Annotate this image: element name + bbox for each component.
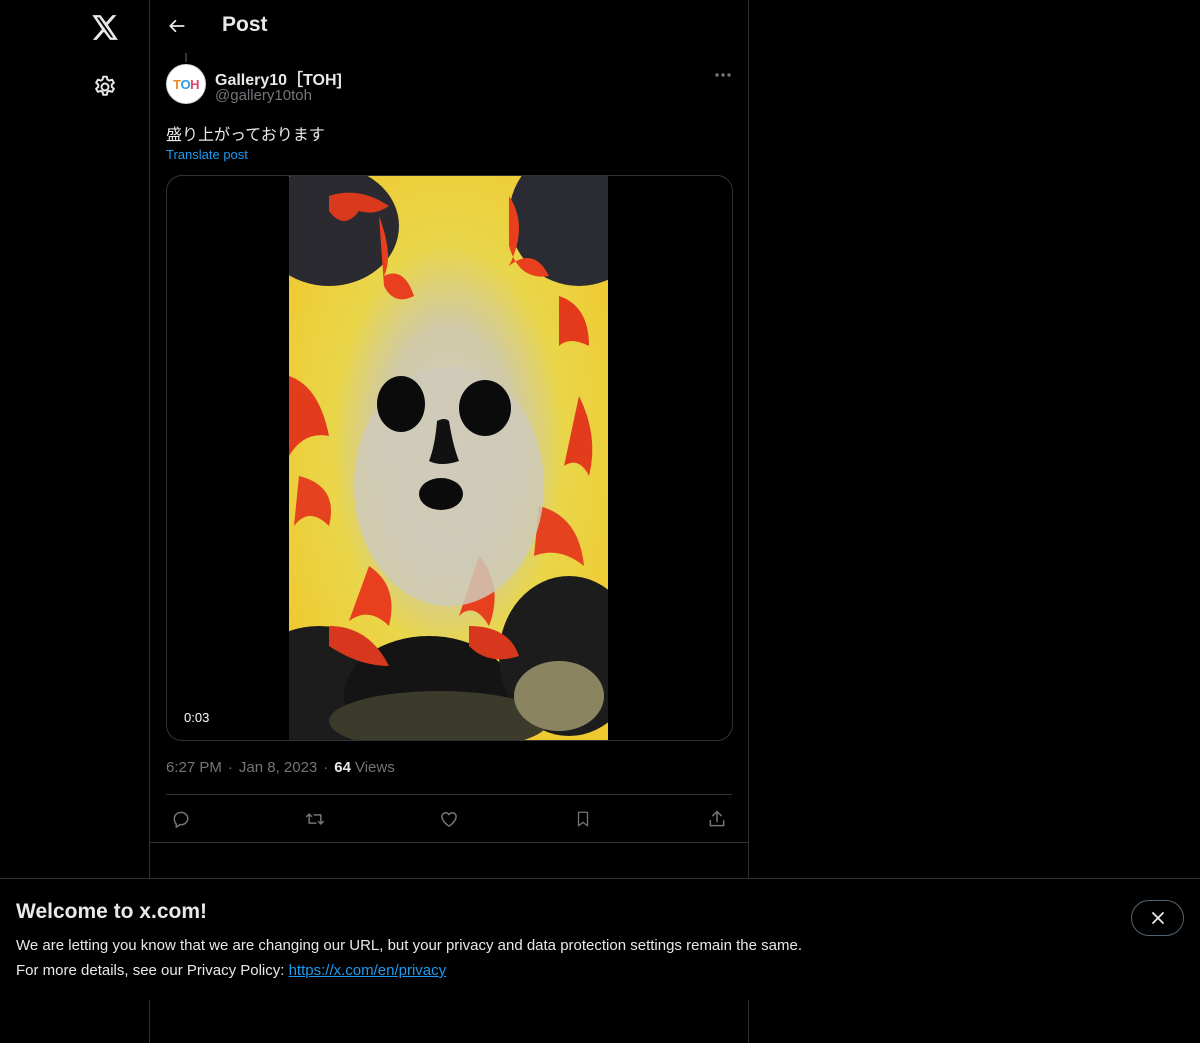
arrow-left-icon: [169, 19, 185, 33]
privacy-policy-link[interactable]: https://x.com/en/privacy: [289, 962, 447, 979]
repost-button[interactable]: [300, 807, 330, 831]
x-logo-icon[interactable]: [80, 2, 130, 52]
avatar[interactable]: TOH: [166, 64, 206, 104]
separator-dot: ·: [227, 759, 233, 776]
author-handle[interactable]: @gallery10toh: [215, 87, 312, 104]
close-banner-button[interactable]: [1131, 900, 1184, 936]
page-header: Post: [150, 0, 748, 53]
bookmark-button[interactable]: [568, 807, 598, 831]
views-label: Views: [354, 759, 395, 776]
heart-icon: [441, 812, 457, 827]
page-title: Post: [222, 13, 268, 36]
banner-privacy-line: For more details, see our Privacy Policy…: [16, 962, 446, 979]
thread-line: [185, 53, 187, 62]
video-player[interactable]: 0:03: [166, 175, 733, 741]
video-duration: 0:03: [179, 708, 215, 727]
close-icon: [1151, 912, 1164, 924]
reply-button[interactable]: [166, 807, 196, 831]
more-options-button[interactable]: [706, 62, 740, 88]
gear-icon[interactable]: [80, 62, 130, 112]
banner-title: Welcome to x.com!: [16, 900, 207, 923]
share-button[interactable]: [702, 807, 732, 831]
translate-post-link[interactable]: Translate post: [166, 147, 248, 162]
post-date[interactable]: Jan 8, 2023: [239, 759, 317, 776]
bookmark-icon: [577, 811, 589, 827]
video-thumbnail: [289, 176, 608, 740]
back-button[interactable]: [160, 9, 194, 43]
divider: [150, 842, 748, 843]
post-metadata: 6:27 PM · Jan 8, 2023 · 64 Views: [166, 759, 395, 776]
reply-icon: [173, 811, 189, 828]
separator-dot: ·: [323, 759, 329, 776]
post-actions: [166, 794, 732, 842]
url-change-banner: Welcome to x.com! We are letting you kno…: [0, 878, 1200, 1000]
like-button[interactable]: [434, 807, 464, 831]
share-icon: [709, 810, 725, 827]
post-time[interactable]: 6:27 PM: [166, 759, 222, 776]
repost-icon: [305, 813, 325, 825]
more-dots-icon: [715, 73, 731, 77]
banner-privacy-prefix: For more details, see our Privacy Policy…: [16, 962, 289, 979]
banner-message: We are letting you know that we are chan…: [16, 937, 802, 954]
views-count: 64: [334, 759, 351, 776]
post-text: 盛り上がっております: [166, 125, 325, 144]
